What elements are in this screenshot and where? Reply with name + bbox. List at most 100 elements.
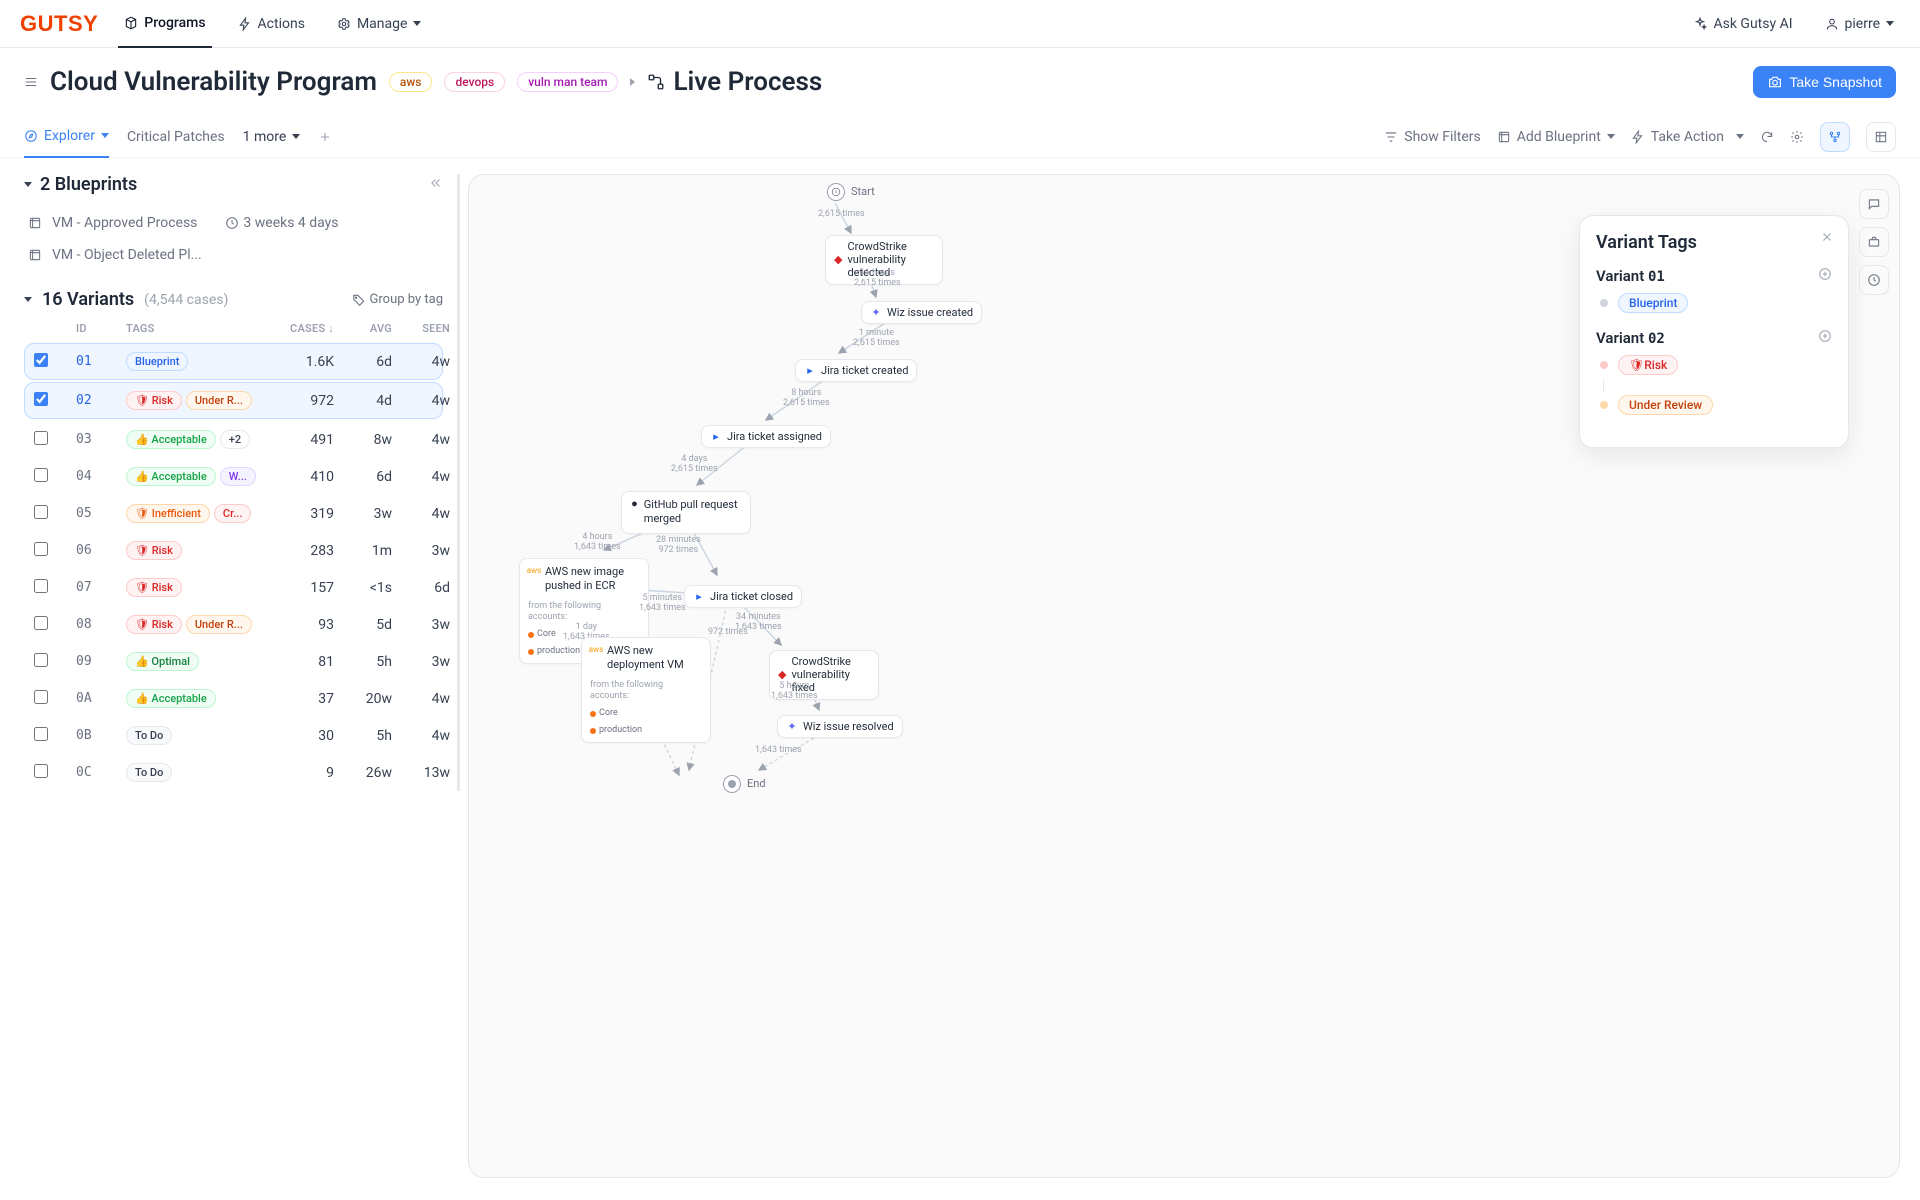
header-tag-vuln[interactable]: vuln man team: [517, 72, 618, 92]
add-tag-button[interactable]: [1818, 329, 1832, 347]
th-tags[interactable]: TAGS: [126, 322, 266, 335]
view-graph-button[interactable]: [1820, 122, 1850, 152]
variant-row[interactable]: 0CTo Do926w13w: [24, 754, 443, 791]
blueprint-item[interactable]: VM - Object Deleted Pl...: [24, 239, 443, 271]
seen-cell: 3w: [400, 654, 450, 670]
flow-node-jira-assigned[interactable]: ▸ Jira ticket assigned: [701, 425, 831, 448]
variant-row[interactable]: 06🛡 Risk2831m3w: [24, 532, 443, 569]
tab-critical-patches[interactable]: Critical Patches: [127, 116, 225, 158]
compass-icon: [24, 129, 38, 143]
group-by-tag-button[interactable]: Group by tag: [352, 292, 443, 307]
variant-checkbox[interactable]: [34, 431, 48, 445]
add-tag-button[interactable]: [1818, 267, 1832, 285]
nav-ask-ai[interactable]: Ask Gutsy AI: [1687, 0, 1798, 48]
variant-row[interactable]: 05🛡 InefficientCr...3193w4w: [24, 495, 443, 532]
tag-pill[interactable]: 👍 Acceptable: [126, 467, 216, 486]
tag-pill[interactable]: W...: [220, 467, 256, 486]
th-cases[interactable]: CASES ↓: [274, 322, 334, 335]
variant-checkbox[interactable]: [34, 727, 48, 741]
tag-pill[interactable]: Blueprint: [126, 352, 188, 371]
variant-row[interactable]: 07🛡 Risk157<1s6d: [24, 569, 443, 606]
tag-pill[interactable]: 👍 Optimal: [126, 652, 199, 671]
header-tag-devops[interactable]: devops: [444, 72, 505, 92]
hamburger-icon[interactable]: [24, 75, 38, 89]
rail-export-button[interactable]: [1859, 227, 1889, 257]
collapse-panel-button[interactable]: [429, 174, 443, 195]
nav-user-menu[interactable]: pierre: [1819, 0, 1900, 48]
view-table-button[interactable]: [1866, 122, 1896, 152]
variant-checkbox[interactable]: [34, 542, 48, 556]
tag-pill[interactable]: Cr...: [214, 504, 251, 523]
blueprints-header[interactable]: 2 Blueprints: [24, 174, 443, 195]
add-blueprint-button[interactable]: Add Blueprint: [1497, 129, 1615, 145]
variant-checkbox[interactable]: [34, 468, 48, 482]
tag-pill[interactable]: +2: [220, 430, 250, 449]
variant-row[interactable]: 0A👍 Acceptable3720w4w: [24, 680, 443, 717]
variant-checkbox[interactable]: [34, 353, 48, 367]
variant-row[interactable]: 02🛡 RiskUnder R...9724d4w: [24, 382, 443, 419]
tab-explorer[interactable]: Explorer: [24, 116, 109, 158]
variant-row[interactable]: 04👍 AcceptableW...4106d4w: [24, 458, 443, 495]
flow-node-aws-deploy[interactable]: aws AWS new deployment VM from the follo…: [581, 637, 711, 743]
tag-pill[interactable]: 🛡 Risk: [1618, 355, 1678, 375]
variant-checkbox[interactable]: [34, 764, 48, 778]
take-action-button[interactable]: Take Action: [1631, 129, 1744, 145]
tag-pill[interactable]: 🛡 Risk: [126, 541, 182, 560]
th-id[interactable]: ID: [76, 322, 118, 335]
settings-button[interactable]: [1790, 130, 1804, 144]
variant-checkbox[interactable]: [34, 392, 48, 406]
tab-more[interactable]: 1 more: [243, 116, 301, 158]
process-canvas[interactable]: Start 2,615 times ◆ CrowdStrike vulnerab…: [468, 174, 1900, 1178]
cases-cell: 157: [274, 580, 334, 596]
table-icon: [1874, 130, 1888, 144]
crowdstrike-icon: ◆: [834, 254, 842, 266]
tag-pill[interactable]: 🛡 Risk: [126, 391, 182, 410]
tag-pill[interactable]: 👍 Acceptable: [126, 430, 216, 449]
nav-actions[interactable]: Actions: [232, 0, 311, 48]
edge-label: 1 minute2,615 times: [853, 328, 900, 349]
flow-node-github-pr[interactable]: ● GitHub pull request merged: [621, 491, 751, 534]
flow-node-jira-closed[interactable]: ▸ Jira ticket closed: [684, 585, 802, 608]
tag-pill[interactable]: 👍 Acceptable: [126, 689, 216, 708]
header-tag-aws[interactable]: aws: [389, 72, 433, 92]
variant-row[interactable]: 0BTo Do305h4w: [24, 717, 443, 754]
refresh-button[interactable]: [1760, 130, 1774, 144]
variant-checkbox[interactable]: [34, 579, 48, 593]
show-filters-button[interactable]: Show Filters: [1384, 129, 1481, 145]
nav-manage[interactable]: Manage: [331, 0, 427, 48]
tag-pill[interactable]: To Do: [126, 726, 172, 745]
close-popup-button[interactable]: [1820, 230, 1834, 248]
flow-node-wiz-created[interactable]: ✦ Wiz issue created: [861, 301, 982, 324]
tag-pill[interactable]: Under R...: [186, 391, 252, 410]
variant-checkbox[interactable]: [34, 690, 48, 704]
variant-row[interactable]: 01Blueprint1.6K6d4w: [24, 343, 443, 380]
variants-header[interactable]: 16 Variants (4,544 cases) Group by tag: [24, 289, 443, 310]
tag-pill[interactable]: 🛡 Risk: [126, 578, 182, 597]
take-snapshot-button[interactable]: Take Snapshot: [1753, 66, 1896, 98]
nav-programs[interactable]: Programs: [118, 0, 211, 48]
flow-node-jira-created[interactable]: ▸ Jira ticket created: [795, 359, 917, 382]
rail-comment-button[interactable]: [1859, 189, 1889, 219]
highlighted-edge: 4 days: [681, 454, 707, 464]
variant-row[interactable]: 08🛡 RiskUnder R...935d3w: [24, 606, 443, 643]
th-seen[interactable]: SEEN: [400, 322, 450, 335]
flow-icon: [647, 73, 665, 91]
tag-pill[interactable]: Under R...: [186, 615, 252, 634]
variant-checkbox[interactable]: [34, 505, 48, 519]
tag-pill[interactable]: 🛡 Inefficient: [126, 504, 210, 523]
th-avg[interactable]: AVG: [342, 322, 392, 335]
variant-row[interactable]: 09👍 Optimal815h3w: [24, 643, 443, 680]
tag-pill[interactable]: Under Review: [1618, 395, 1713, 415]
variant-checkbox[interactable]: [34, 616, 48, 630]
variant-row[interactable]: 03👍 Acceptable+24918w4w: [24, 421, 443, 458]
flow-start-label: Start: [851, 185, 875, 198]
blueprint-item[interactable]: VM - Approved Process 3 weeks 4 days: [24, 207, 443, 239]
seen-cell: 4w: [400, 506, 450, 522]
tab-add[interactable]: [318, 116, 332, 158]
tag-pill[interactable]: Blueprint: [1618, 293, 1688, 313]
tag-pill[interactable]: 🛡 Risk: [126, 615, 182, 634]
tag-pill[interactable]: To Do: [126, 763, 172, 782]
rail-history-button[interactable]: [1859, 265, 1889, 295]
variant-checkbox[interactable]: [34, 653, 48, 667]
flow-node-wiz-resolved[interactable]: ✦ Wiz issue resolved: [777, 715, 903, 738]
